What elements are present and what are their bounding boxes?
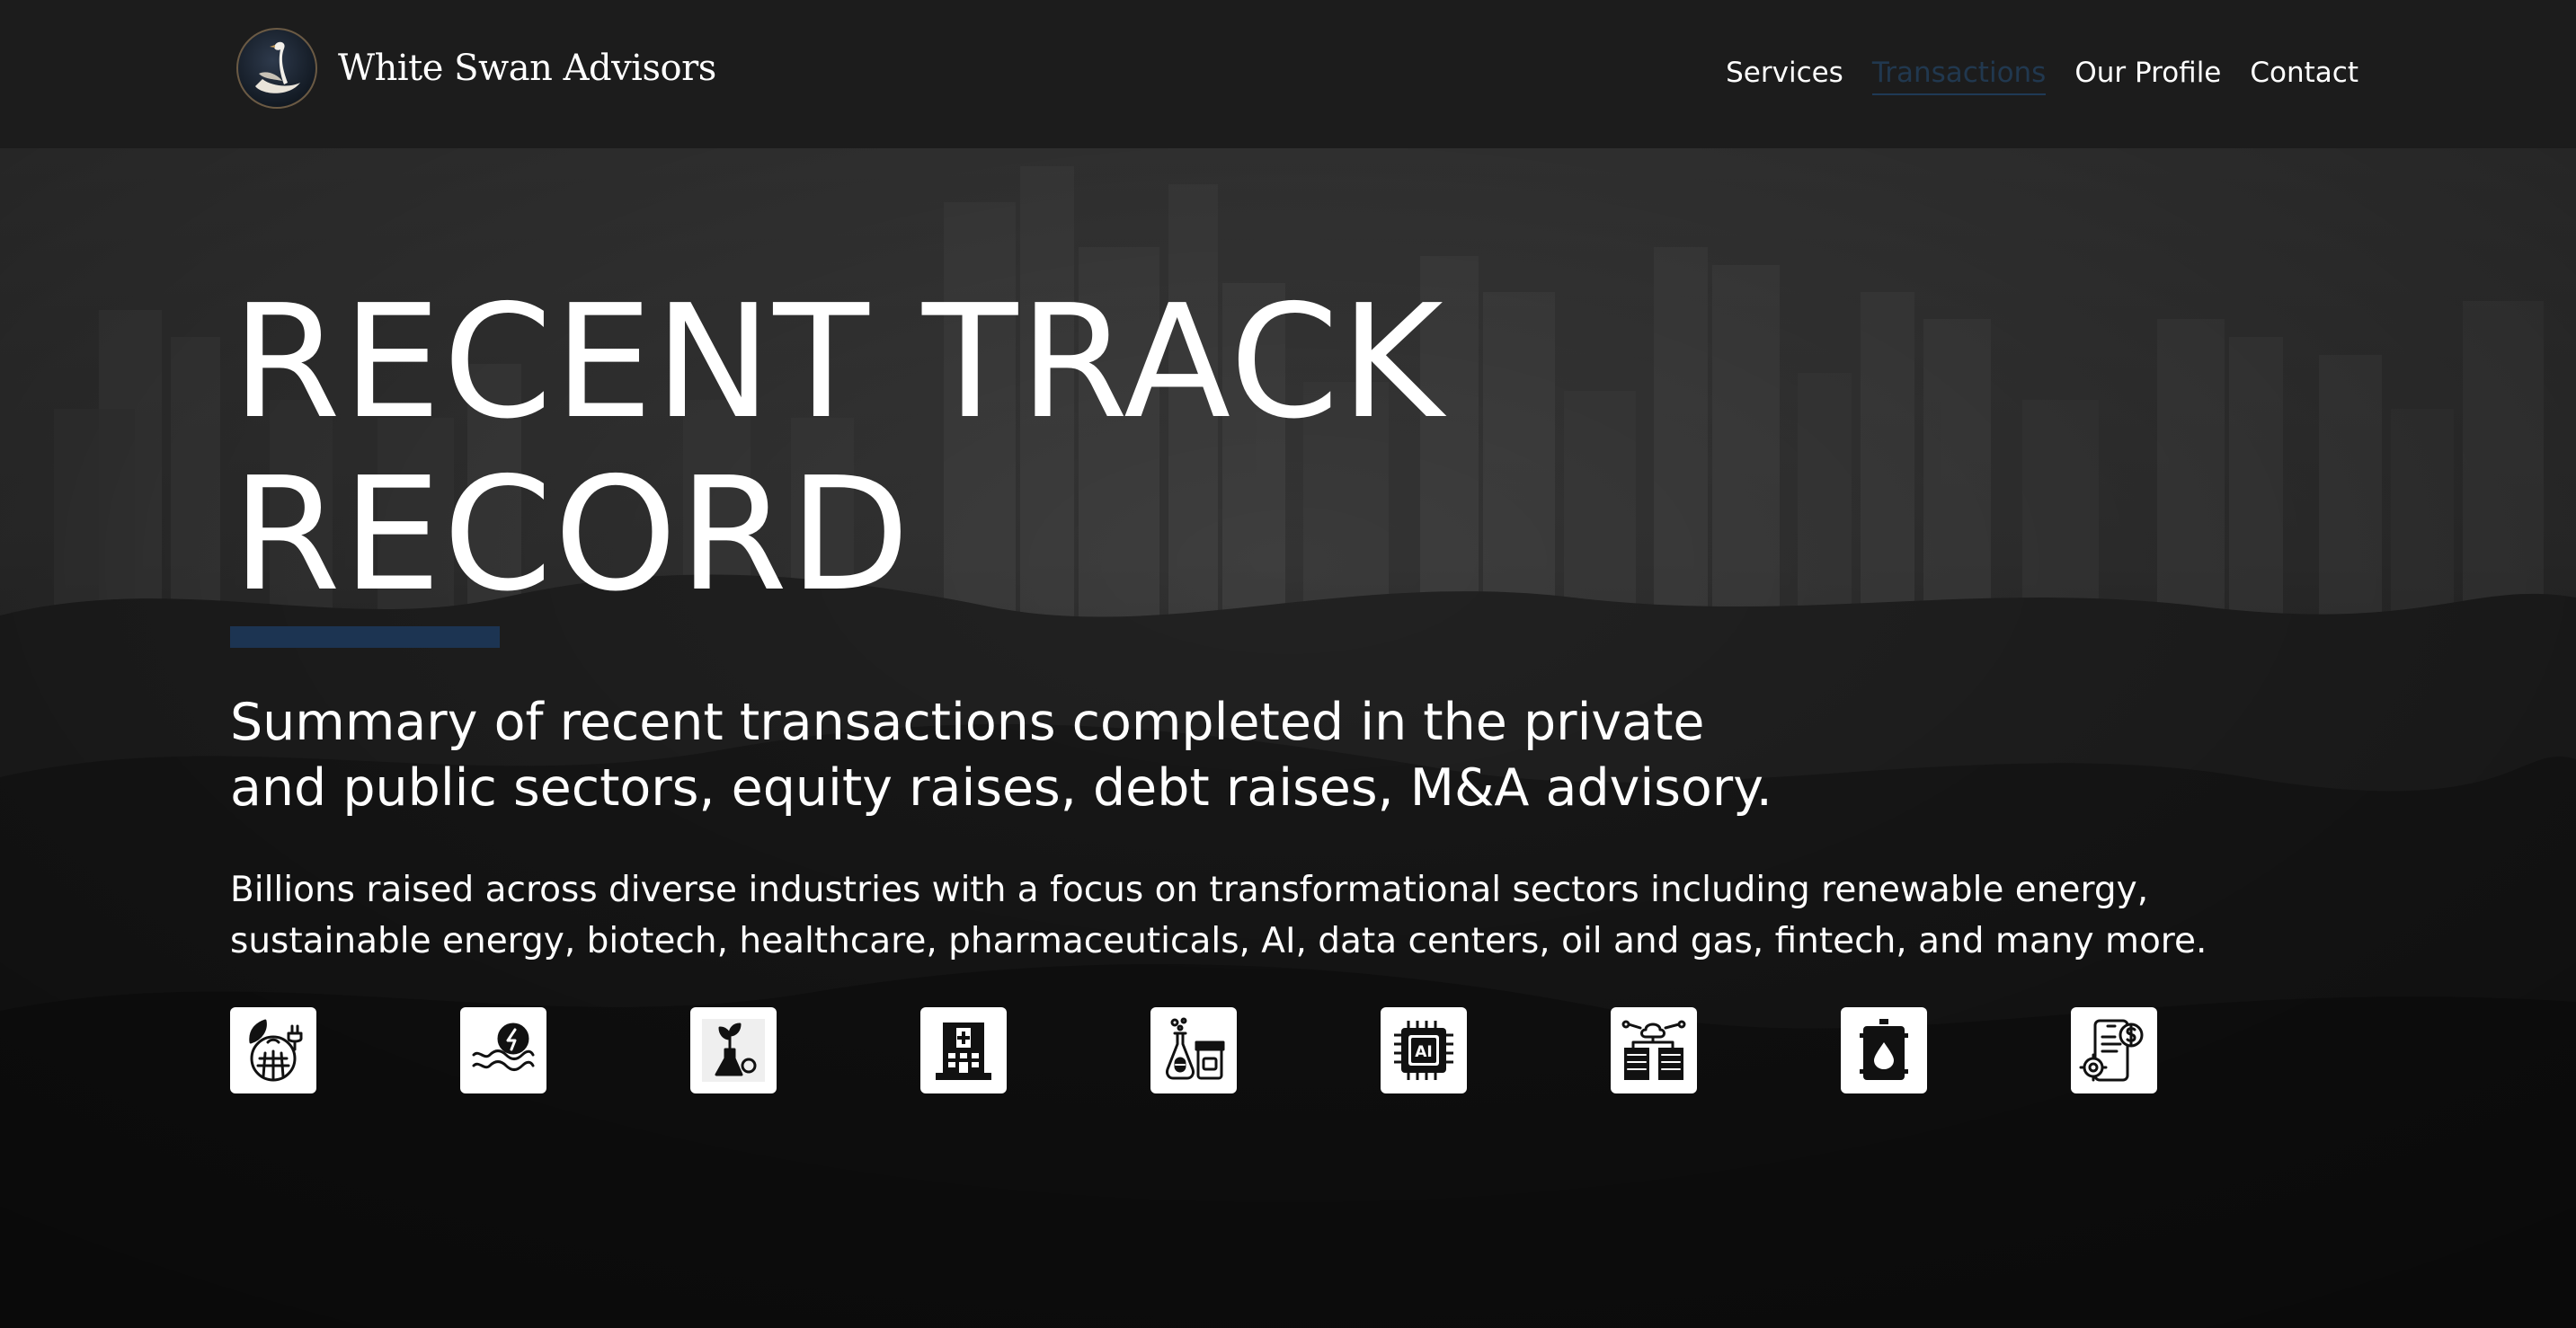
pharmaceuticals-icon [1150,1007,1237,1093]
nav-link-contact[interactable]: Contact [2250,52,2358,95]
oil-and-gas-icon [1841,1007,1927,1093]
brand-name: White Swan Advisors [338,48,716,89]
hero-description-line-1: Billions raised across diverse industrie… [230,870,2149,910]
hero-title: RECENT TRACK RECORD [232,277,1445,622]
brand-logo-link[interactable]: White Swan Advisors [235,27,716,110]
ai-chip-icon: AI [1381,1007,1467,1093]
renewable-energy-icon [230,1007,316,1093]
hero-description-line-2: sustainable energy, biotech, healthcare,… [230,921,2207,961]
hero-subtitle-line-1: Summary of recent transactions completed… [230,693,1705,752]
page: White Swan Advisors Services Transaction… [0,0,2576,1328]
hero-subtitle: Summary of recent transactions completed… [230,690,2207,821]
sustainable-energy-icon [460,1007,546,1093]
title-underline-accent [230,626,500,648]
biotech-icon [690,1007,777,1093]
nav-link-services[interactable]: Services [1726,52,1843,95]
fintech-icon [2071,1007,2157,1093]
site-header: White Swan Advisors Services Transaction… [0,0,2576,148]
nav-link-transactions[interactable]: Transactions [1871,52,2047,95]
hero-description: Billions raised across diverse industrie… [230,864,2387,967]
ai-chip-label: AI [1415,1043,1432,1061]
healthcare-icon [920,1007,1007,1093]
hero-subtitle-line-2: and public sectors, equity raises, debt … [230,758,1772,818]
main-nav: Services Transactions Our Profile Contac… [1726,52,2358,95]
data-centers-icon [1611,1007,1697,1093]
hero-title-line-2: RECORD [232,444,912,626]
nav-link-our-profile[interactable]: Our Profile [2074,52,2221,95]
hero-title-line-1: RECENT TRACK [232,271,1445,454]
swan-logo-icon [236,28,317,109]
